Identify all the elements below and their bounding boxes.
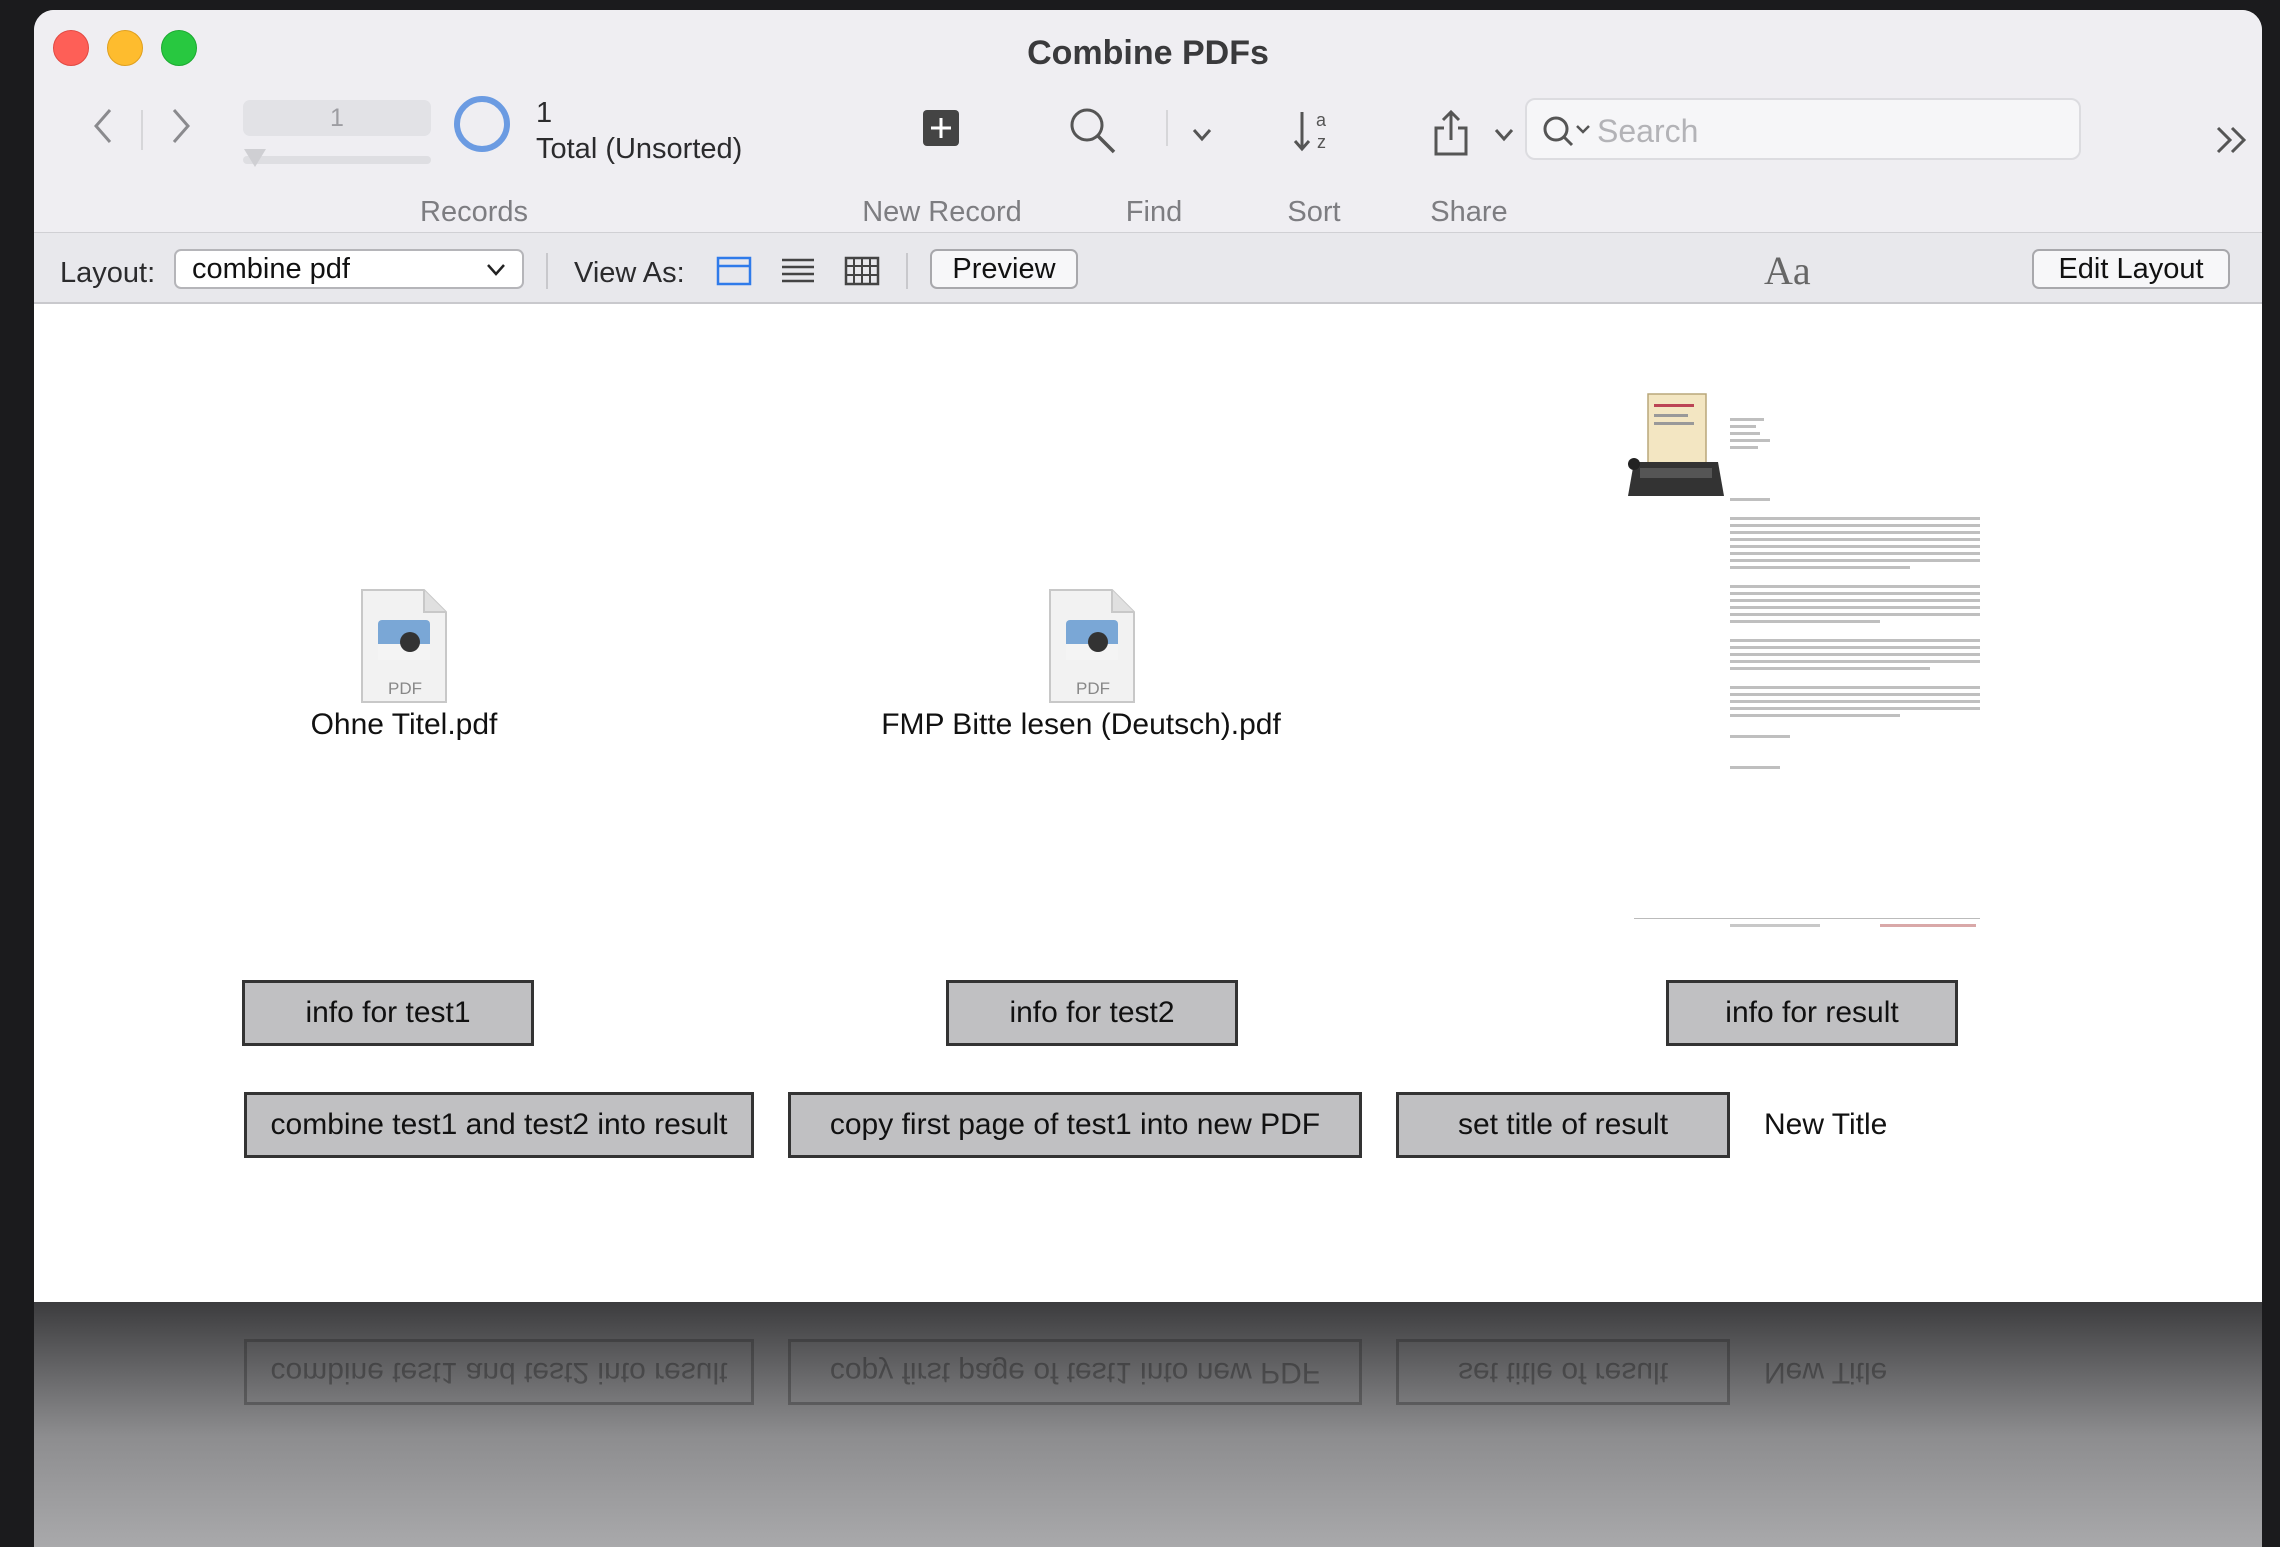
svg-text:a: a bbox=[1316, 110, 1327, 130]
reflected-set-title-button: set title of result bbox=[1396, 1339, 1730, 1405]
share-label[interactable]: Share bbox=[1399, 196, 1539, 229]
reflected-new-title: New Title bbox=[1764, 1356, 1888, 1389]
records-label: Records bbox=[420, 196, 528, 228]
layout-select[interactable]: combine pdf bbox=[174, 249, 524, 289]
record-number-field[interactable]: 1 bbox=[243, 100, 431, 136]
set-title-button[interactable]: set title of result bbox=[1396, 1092, 1730, 1158]
pdf-file-icon: PDF bbox=[361, 589, 447, 703]
sort-az-icon[interactable]: a z bbox=[1292, 106, 1336, 156]
share-icon[interactable] bbox=[1432, 108, 1472, 158]
table-view-icon[interactable] bbox=[844, 256, 880, 286]
record-slider-thumb[interactable] bbox=[244, 149, 266, 167]
pdf-badge: PDF bbox=[388, 679, 422, 698]
reflected-buttons: combine test1 and test2 into result copy… bbox=[34, 1302, 2262, 1547]
new-record-icon[interactable] bbox=[923, 110, 959, 146]
record-slider[interactable] bbox=[243, 156, 431, 164]
layout-label: Layout: bbox=[60, 257, 156, 289]
found-count: 1 bbox=[536, 97, 553, 129]
find-separator bbox=[1166, 110, 1168, 146]
svg-text:z: z bbox=[1317, 132, 1326, 152]
found-set-pie-icon bbox=[454, 96, 510, 152]
toolbar-overflow-chevrons-icon[interactable] bbox=[2214, 124, 2250, 156]
letter-footer-left bbox=[1730, 924, 1820, 927]
chevron-down-icon bbox=[487, 264, 505, 276]
info-result-button[interactable]: info for result bbox=[1666, 980, 1958, 1046]
layout-select-value: combine pdf bbox=[192, 253, 350, 285]
nav-separator bbox=[141, 110, 143, 150]
file1-name: Ohne Titel.pdf bbox=[310, 708, 498, 741]
sort-label[interactable]: Sort bbox=[1244, 196, 1384, 229]
letter-footer-rule bbox=[1634, 918, 1980, 919]
app-window: Combine PDFs 1 Records 1 Total (Unsorted… bbox=[34, 10, 2262, 1547]
typewriter-icon bbox=[1628, 393, 1724, 496]
layout-bar: Layout: combine pdf View As: Preview Aa … bbox=[34, 232, 2262, 304]
info-test2-button[interactable]: info for test2 bbox=[946, 980, 1238, 1046]
pdf-file-icon: PDF bbox=[1049, 589, 1135, 703]
total-unsorted-label: Total (Unsorted) bbox=[536, 133, 743, 165]
find-chevron-down-icon[interactable] bbox=[1192, 128, 1212, 142]
preview-button[interactable]: Preview bbox=[930, 249, 1078, 289]
list-view-icon[interactable] bbox=[780, 256, 816, 286]
combine-button[interactable]: combine test1 and test2 into result bbox=[244, 1092, 754, 1158]
view-as-label: View As: bbox=[574, 257, 685, 289]
search-placeholder: Search bbox=[1597, 113, 1699, 149]
find-label[interactable]: Find bbox=[1084, 196, 1224, 229]
layout-content: PDF Ohne Titel.pdf PDF FMP Bitte lesen (… bbox=[34, 304, 2262, 1302]
window-toolbar: Combine PDFs 1 Records 1 Total (Unsorted… bbox=[34, 10, 2262, 232]
new-record-label[interactable]: New Record bbox=[852, 196, 1032, 229]
info-test1-button[interactable]: info for test1 bbox=[242, 980, 534, 1046]
font-size-icon[interactable]: Aa bbox=[1764, 247, 1811, 294]
result-pdf-preview bbox=[1594, 384, 1994, 934]
find-magnifier-icon[interactable] bbox=[1068, 106, 1118, 156]
layout-separator bbox=[546, 253, 548, 289]
edit-layout-button[interactable]: Edit Layout bbox=[2032, 249, 2230, 289]
pdf-badge: PDF bbox=[1076, 679, 1110, 698]
new-title-field[interactable]: New Title bbox=[1764, 1108, 1887, 1142]
window-reflection: combine test1 and test2 into result copy… bbox=[34, 1302, 2262, 1547]
search-input[interactable]: Search bbox=[1525, 98, 2081, 160]
form-view-icon[interactable] bbox=[716, 256, 752, 286]
letter-body-text bbox=[1730, 494, 1980, 773]
search-icon[interactable] bbox=[1541, 114, 1593, 148]
copy-first-page-button[interactable]: copy first page of test1 into new PDF bbox=[788, 1092, 1362, 1158]
letter-footer-right bbox=[1880, 924, 1976, 927]
letter-address-block bbox=[1730, 414, 1770, 453]
view-separator bbox=[906, 253, 908, 289]
forward-arrow-icon[interactable] bbox=[168, 106, 192, 146]
share-chevron-down-icon[interactable] bbox=[1494, 128, 1514, 142]
back-arrow-icon[interactable] bbox=[92, 106, 116, 146]
reflected-copy-button: copy first page of test1 into new PDF bbox=[788, 1339, 1362, 1405]
window-title: Combine PDFs bbox=[1027, 34, 1269, 72]
reflected-combine-button: combine test1 and test2 into result bbox=[244, 1339, 754, 1405]
file2-name: FMP Bitte lesen (Deutsch).pdf bbox=[881, 708, 1281, 741]
